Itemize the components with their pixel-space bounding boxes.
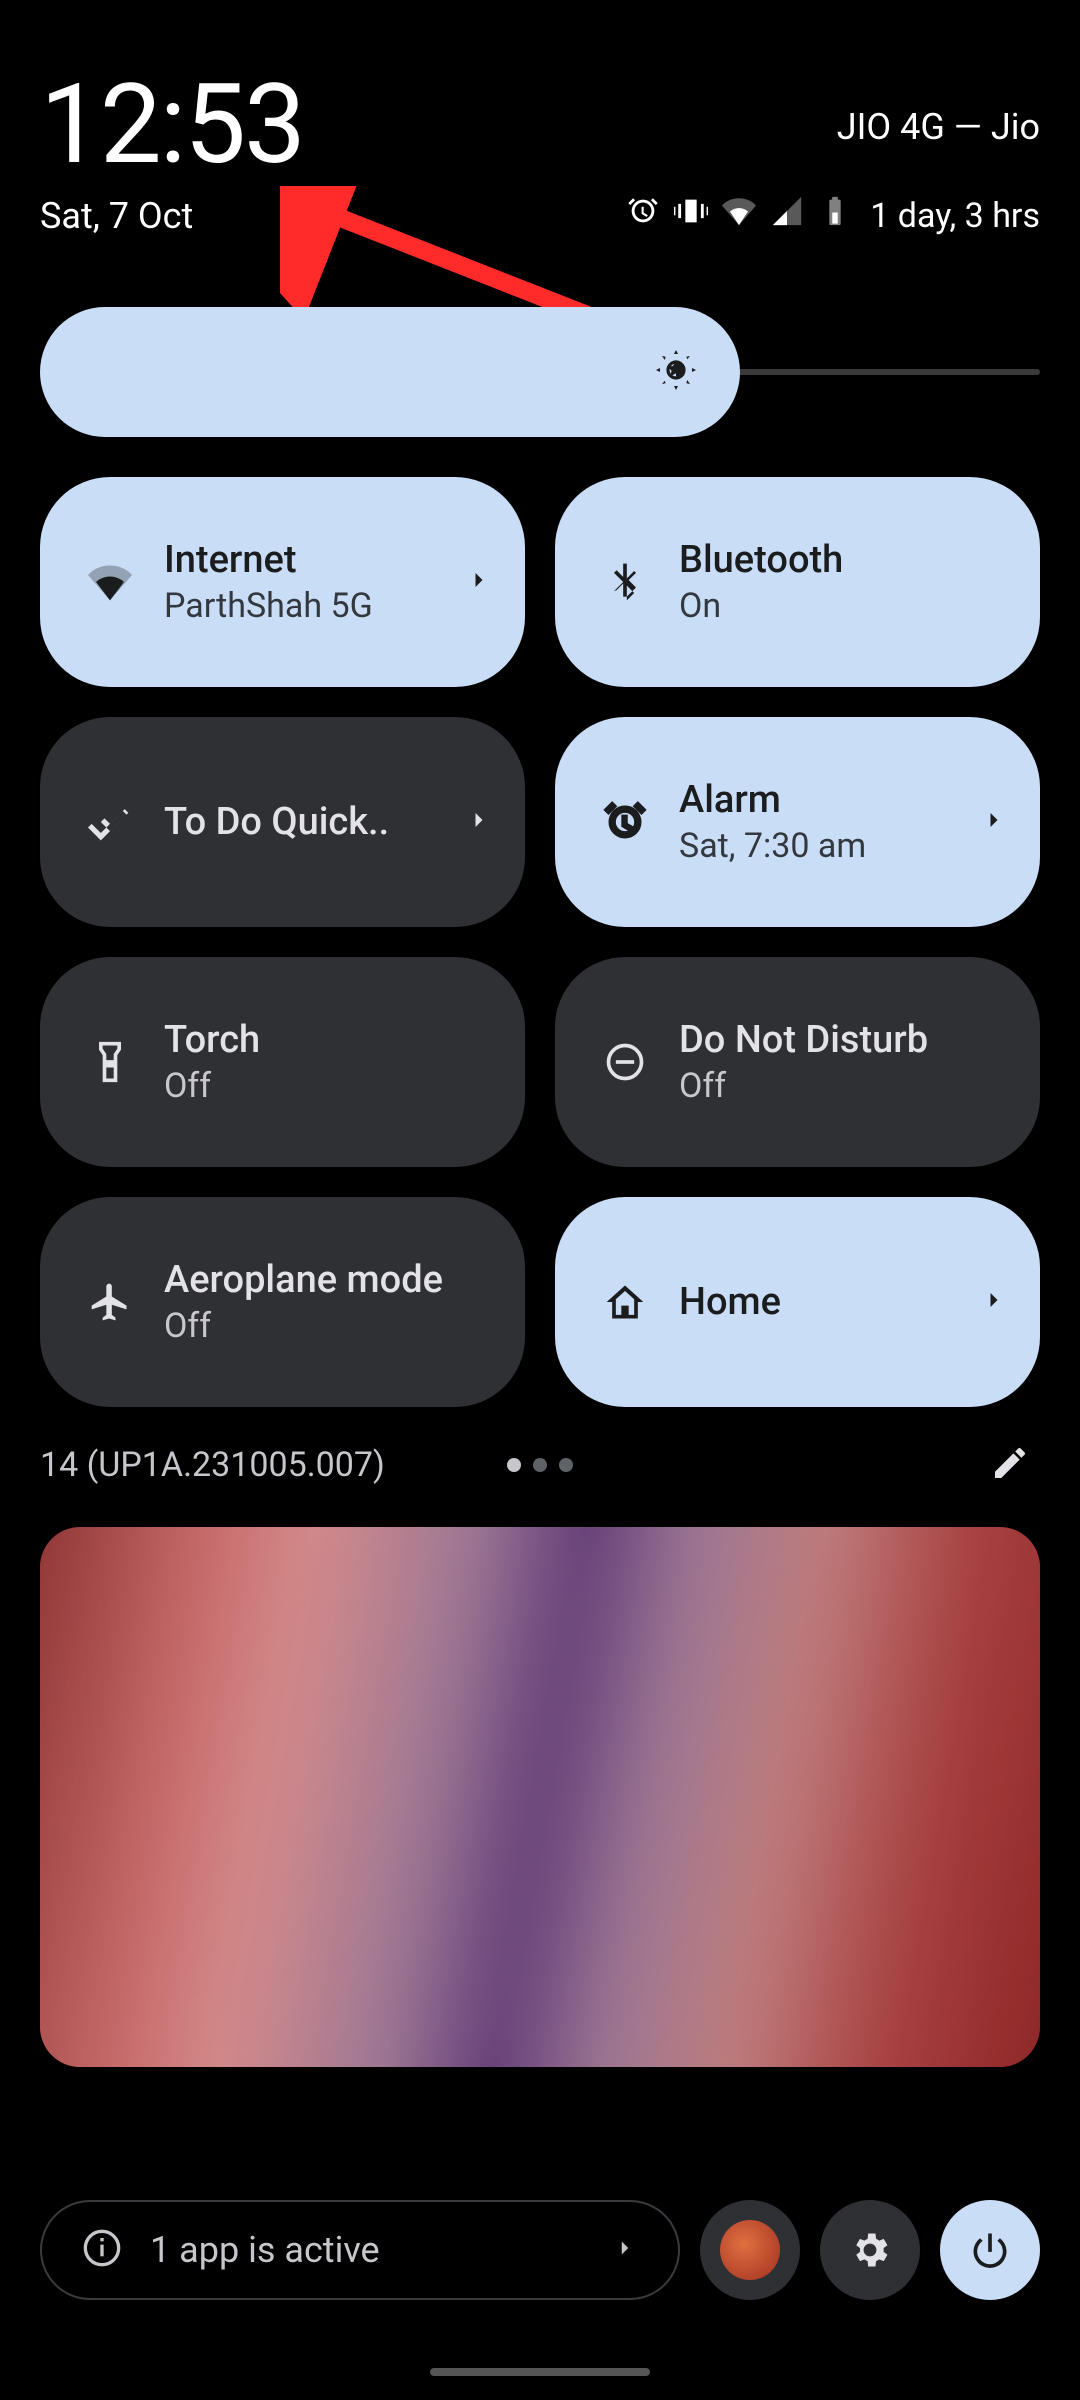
carrier-label: JIO 4G — Jio: [837, 106, 1040, 148]
tile-sub: Sat, 7:30 am: [679, 826, 980, 866]
edit-icon[interactable]: [990, 1443, 1030, 1487]
active-apps-label: 1 app is active: [150, 2229, 612, 2271]
qs-bottom-bar: 1 app is active: [40, 2200, 1040, 2300]
tile-title: Aeroplane mode: [164, 1258, 495, 1302]
tile-internet[interactable]: Internet ParthShah 5G: [40, 477, 525, 687]
chevron-right-icon: [465, 566, 495, 598]
media-notification[interactable]: [40, 1527, 1040, 2067]
battery-text: 1 day, 3 hrs: [870, 196, 1040, 236]
torch-icon: [80, 1040, 140, 1084]
alarm-icon: [595, 800, 655, 844]
airplane-icon: [80, 1280, 140, 1324]
nav-handle[interactable]: [430, 2368, 650, 2376]
tile-torch[interactable]: Torch Off: [40, 957, 525, 1167]
chevron-right-icon: [980, 806, 1010, 838]
qs-header: 12:53 JIO 4G — Jio Sat, 7 Oct 1 day, 3 h…: [0, 0, 1080, 257]
settings-button[interactable]: [820, 2200, 920, 2300]
check-icon: [80, 800, 140, 844]
tile-sub: ParthShah 5G: [164, 586, 465, 626]
brightness-track[interactable]: [732, 369, 1040, 375]
home-icon: [595, 1280, 655, 1324]
wifi-icon: [722, 194, 756, 237]
chevron-right-icon: [465, 806, 495, 838]
tile-title: Home: [679, 1280, 980, 1324]
tile-airplane[interactable]: Aeroplane mode Off: [40, 1197, 525, 1407]
dnd-icon: [595, 1040, 655, 1084]
brightness-icon: [652, 346, 700, 398]
power-button[interactable]: [940, 2200, 1040, 2300]
vibrate-icon: [674, 194, 708, 237]
chevron-right-icon: [612, 2235, 638, 2265]
date-label: Sat, 7 Oct: [40, 195, 193, 237]
tile-sub: Off: [164, 1306, 495, 1346]
tile-title: Bluetooth: [679, 538, 1010, 582]
tile-sub: On: [679, 586, 1010, 626]
qs-footer-row: 14 (UP1A.231005.007): [0, 1407, 1080, 1487]
clock: 12:53: [40, 70, 304, 180]
signal-icon: [770, 194, 804, 237]
tile-alarm[interactable]: Alarm Sat, 7:30 am: [555, 717, 1040, 927]
chevron-right-icon: [980, 1286, 1010, 1318]
tile-dnd[interactable]: Do Not Disturb Off: [555, 957, 1040, 1167]
avatar: [720, 2220, 780, 2280]
status-icons: 1 day, 3 hrs: [626, 194, 1040, 237]
tile-sub: Off: [164, 1066, 495, 1106]
tile-title: Do Not Disturb: [679, 1018, 1010, 1062]
build-label: 14 (UP1A.231005.007): [40, 1445, 385, 1485]
info-icon: [82, 2228, 122, 2272]
tile-bluetooth[interactable]: Bluetooth On: [555, 477, 1040, 687]
tile-todo[interactable]: To Do Quick..: [40, 717, 525, 927]
qs-tiles: Internet ParthShah 5G Bluetooth On To Do…: [0, 437, 1080, 1407]
user-button[interactable]: [700, 2200, 800, 2300]
tile-title: Torch: [164, 1018, 495, 1062]
wifi-icon: [80, 560, 140, 604]
brightness-slider[interactable]: [0, 307, 1080, 437]
active-apps-button[interactable]: 1 app is active: [40, 2200, 680, 2300]
gear-icon: [848, 2228, 892, 2272]
tile-title: Alarm: [679, 778, 980, 822]
battery-icon: [818, 194, 852, 237]
tile-title: Internet: [164, 538, 465, 582]
alarm-icon: [626, 194, 660, 237]
page-indicator: [507, 1458, 573, 1472]
tile-home[interactable]: Home: [555, 1197, 1040, 1407]
power-icon: [968, 2228, 1012, 2272]
bluetooth-icon: [595, 560, 655, 604]
tile-sub: Off: [679, 1066, 1010, 1106]
tile-title: To Do Quick..: [164, 800, 465, 844]
